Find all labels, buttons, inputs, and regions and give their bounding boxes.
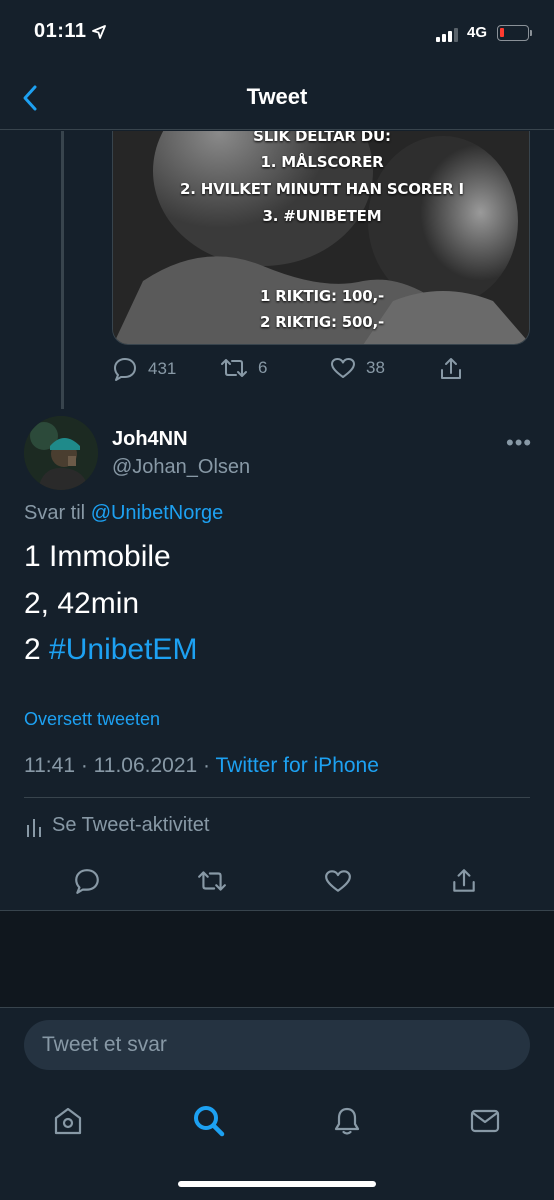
hashtag-link[interactable]: #UnibetEM	[49, 633, 197, 666]
thread-line	[61, 131, 64, 409]
like-count: 38	[366, 358, 385, 377]
activity-label: Se Tweet-aktivitet	[52, 814, 210, 836]
tab-notifications[interactable]	[327, 1101, 367, 1141]
back-button[interactable]	[14, 82, 46, 114]
home-indicator	[178, 1181, 376, 1187]
retweet-button[interactable]: 6	[220, 356, 267, 380]
image-caption-line: 1. MÅLSCORER	[260, 153, 384, 171]
retweet-count: 6	[258, 358, 268, 377]
bell-icon	[334, 1107, 360, 1135]
battery-icon	[497, 25, 529, 41]
image-caption-line: SLIK DELTAR DU:	[253, 131, 391, 145]
heart-icon	[325, 870, 351, 892]
avatar[interactable]	[24, 416, 98, 490]
image-caption-line: 3. #UNIBETEM	[262, 207, 382, 225]
tweet-text-line: 2, 42min	[24, 587, 140, 620]
battery-cap	[530, 30, 532, 36]
reply-button[interactable]	[70, 864, 104, 898]
reply-button[interactable]: 431	[112, 356, 176, 382]
like-button[interactable]	[321, 864, 355, 898]
reply-prefix: Svar til	[24, 502, 86, 524]
reply-context: Svar til @UnibetNorge	[24, 502, 223, 525]
tweet-text-line: 2 #UnibetEM	[24, 633, 197, 667]
author-name[interactable]: Joh4NN	[112, 428, 188, 451]
author-handle[interactable]: @Johan_Olsen	[112, 456, 250, 479]
reply-to-link[interactable]: @UnibetNorge	[91, 502, 224, 524]
status-time: 01:11	[34, 20, 87, 42]
avatar-image	[24, 416, 98, 490]
share-button[interactable]	[447, 864, 481, 898]
mail-icon	[470, 1109, 500, 1133]
image-caption-line: 1 RIKTIG: 100,-	[260, 287, 384, 305]
top-header: Tweet	[0, 66, 554, 130]
share-button[interactable]	[438, 356, 464, 382]
image-caption-line: 2. HVILKET MINUTT HAN SCORER I	[180, 180, 464, 198]
reply-input[interactable]: Tweet et svar	[24, 1020, 530, 1070]
chevron-left-icon	[23, 85, 37, 111]
tab-search[interactable]	[189, 1101, 229, 1141]
search-icon	[194, 1106, 225, 1137]
speech-bubble-icon	[75, 869, 99, 894]
speech-bubble-icon	[114, 358, 136, 381]
tweet-text-fragment: 2	[24, 633, 41, 666]
page-title: Tweet	[246, 84, 308, 109]
timestamp: 11:41 · 11.06.2021 ·	[24, 754, 211, 777]
status-bar: 01:11 4G	[0, 0, 554, 66]
heart-icon	[331, 358, 355, 378]
signal-icon	[436, 28, 458, 42]
network-type: 4G	[467, 24, 488, 41]
tweet-text-line: 1 Immobile	[24, 540, 171, 573]
retweet-icon	[198, 871, 226, 891]
source-link[interactable]: Twitter for iPhone	[216, 754, 379, 777]
more-options-icon[interactable]: •••	[506, 430, 532, 456]
retweet-icon	[221, 359, 247, 377]
replies-area	[0, 911, 554, 1007]
parent-tweet-actions: 431 6 38	[112, 356, 530, 386]
image-caption-line: 2 RIKTIG: 500,-	[260, 313, 384, 331]
divider	[24, 797, 530, 798]
tab-home[interactable]	[48, 1101, 88, 1141]
home-icon	[54, 1107, 82, 1135]
tweet-actions	[0, 864, 554, 898]
retweet-button[interactable]	[195, 864, 229, 898]
share-icon	[441, 358, 461, 379]
reply-composer: Tweet et svar	[0, 1007, 554, 1081]
location-arrow-icon	[92, 25, 106, 39]
reply-count: 431	[148, 359, 177, 378]
tweet-media-image[interactable]: SLIK DELTAR DU: 1. MÅLSCORER 2. HVILKET …	[112, 131, 530, 345]
like-button[interactable]: 38	[330, 356, 385, 380]
tweet-metadata: 11:41 · 11.06.2021 · Twitter for iPhone	[24, 754, 379, 778]
bar-chart-icon	[27, 818, 41, 837]
translate-link[interactable]: Oversett tweeten	[24, 709, 160, 730]
share-icon	[453, 869, 475, 892]
tweet-activity-button[interactable]: Se Tweet-aktivitet	[24, 814, 209, 837]
tab-messages[interactable]	[465, 1101, 505, 1141]
